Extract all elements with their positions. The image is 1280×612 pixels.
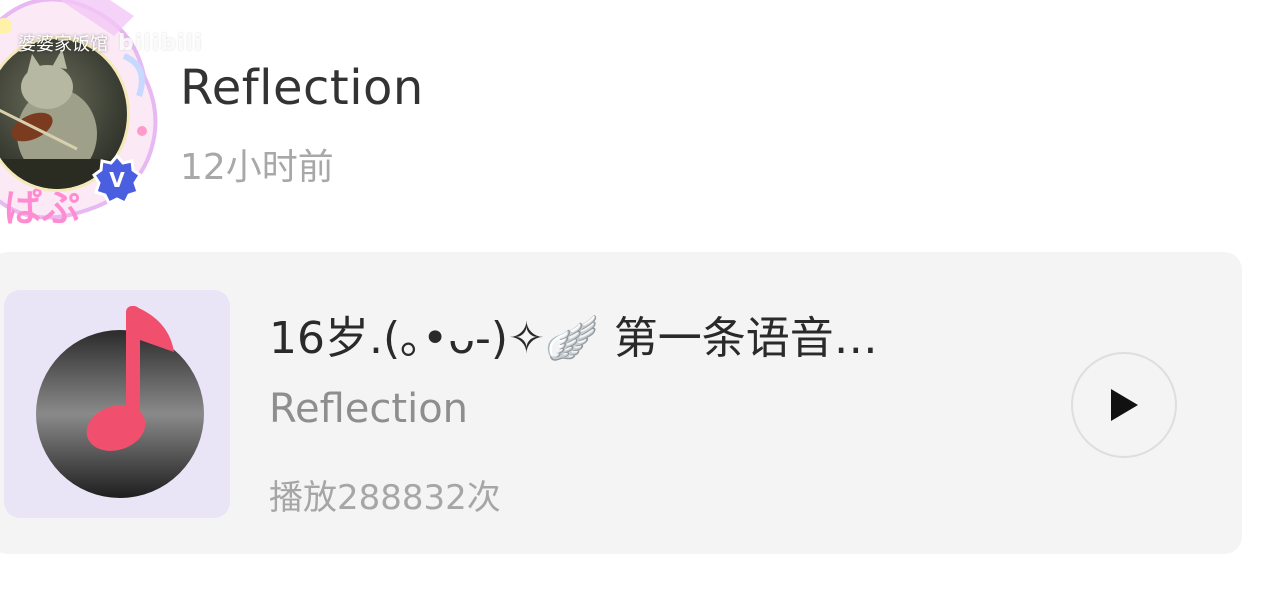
svg-text:ぱぷ: ぱぷ bbox=[4, 186, 80, 228]
audio-cover bbox=[4, 290, 230, 518]
audio-card[interactable]: 16岁.(｡•ᴗ-)✧🪽 第一条语音… Reflection 播放288832次 bbox=[0, 252, 1242, 554]
watermark-text: 婆婆家饭馆 bbox=[18, 34, 108, 55]
bilibili-logo-icon: bilibili bbox=[118, 30, 203, 56]
post-time: 12小时前 bbox=[180, 147, 334, 188]
play-icon bbox=[1111, 389, 1138, 421]
audio-artist: Reflection bbox=[269, 386, 469, 432]
audio-title: 16岁.(｡•ᴗ-)✧🪽 第一条语音… bbox=[269, 313, 878, 364]
svg-text:V: V bbox=[109, 168, 125, 192]
play-count: 播放288832次 bbox=[269, 478, 501, 518]
music-note-disc-icon bbox=[36, 306, 204, 498]
play-button[interactable] bbox=[1071, 352, 1177, 458]
verified-badge-icon: V bbox=[92, 154, 142, 204]
author-name[interactable]: Reflection bbox=[180, 60, 424, 116]
watermark: 婆婆家饭馆 bilibili bbox=[18, 30, 203, 56]
